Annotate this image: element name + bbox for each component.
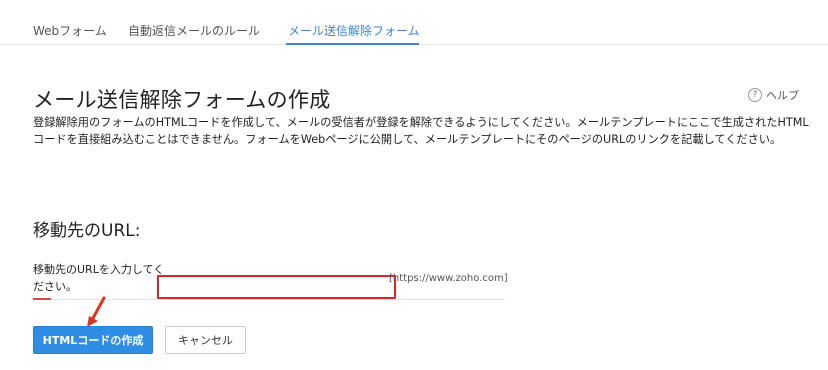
tab-bar: Webフォーム 自動返信メールのルール メール送信解除フォーム [0, 0, 828, 45]
question-circle-icon: ? [748, 88, 762, 102]
tab-auto-reply-rules[interactable]: 自動返信メールのルール [128, 22, 260, 39]
create-html-code-button[interactable]: HTMLコードの作成 [33, 326, 153, 354]
page-description: 登録解除用のフォームのHTMLコードを作成して、メールの受信者が登録を解除できる… [33, 116, 809, 146]
required-indicator [33, 298, 51, 300]
cancel-button[interactable]: キャンセル [165, 326, 246, 354]
url-example-hint: [https://www.zoho.com] [389, 273, 508, 284]
redirect-url-input[interactable] [157, 275, 396, 299]
tab-web-form[interactable]: Webフォーム [33, 22, 107, 39]
redirect-url-field-label: 移動先のURLを入力してください。 [33, 263, 165, 293]
redirect-url-section-title: 移動先のURL: [33, 221, 141, 241]
help-link[interactable]: ? ヘルプ [748, 87, 799, 103]
page-title: メール送信解除フォームの作成 [33, 88, 331, 112]
help-label: ヘルプ [766, 89, 799, 102]
tab-unsubscribe-form[interactable]: メール送信解除フォーム [288, 22, 420, 39]
annotation-arrow-icon [87, 296, 106, 327]
active-tab-indicator [286, 43, 419, 45]
